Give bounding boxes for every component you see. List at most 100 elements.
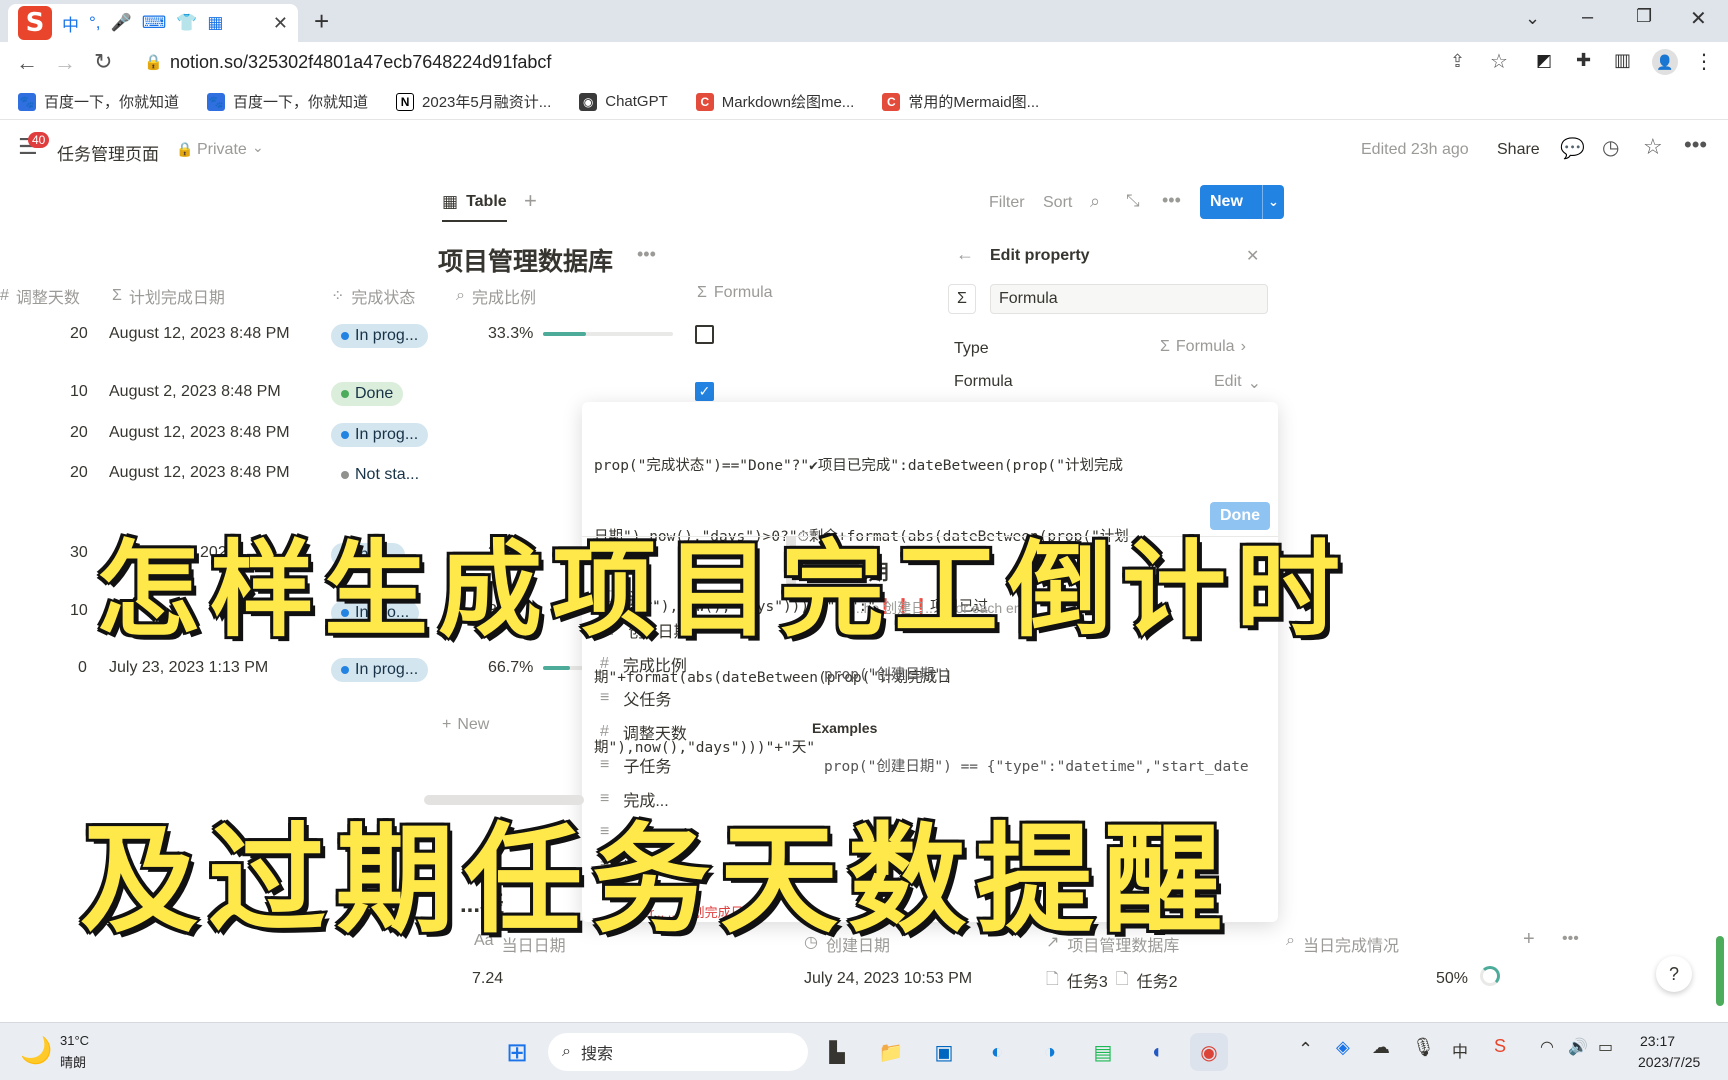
sigma-icon[interactable]: Σ (948, 284, 976, 314)
status-badge[interactable]: Not sta... (331, 463, 429, 487)
bookmark-star-icon[interactable]: ☆ (1490, 49, 1508, 74)
reload-icon[interactable]: ↻ (94, 49, 112, 75)
menu-icon[interactable]: ⋮ (1694, 49, 1714, 74)
onedrive-icon[interactable]: ☁ (1372, 1037, 1390, 1058)
windows-start-icon[interactable]: ⊞ (498, 1033, 536, 1071)
property-list-item[interactable]: ≡ 子任务 (600, 753, 671, 777)
status-badge[interactable]: In prog... (331, 658, 429, 682)
column-header[interactable]: ⌕ 当日完成情况 (1286, 932, 1399, 956)
table-cell[interactable]: 0 (78, 659, 87, 677)
wifi-icon[interactable]: ◠ (1540, 1037, 1554, 1057)
chevron-up-icon[interactable]: ⌃ (1298, 1039, 1313, 1060)
bookmark-item[interactable]: C 常用的Mermaid图... (882, 91, 1039, 112)
column-header[interactable]: # 调整天数 (0, 284, 80, 308)
ime-toolbox-icon[interactable]: ▦ (207, 13, 223, 33)
edge-icon[interactable]: ◐ (978, 1033, 1016, 1071)
table-cell[interactable]: 7.24 (472, 970, 503, 988)
comment-icon[interactable]: 💬 (1560, 136, 1585, 161)
chevron-down-icon[interactable]: ⌄ (1262, 185, 1279, 219)
taskbar-search[interactable]: ⌕ 搜索 (548, 1033, 808, 1071)
window-close-icon[interactable]: ✕ (1690, 6, 1707, 31)
formula-edit-button[interactable]: Edit ⌄ (1214, 373, 1261, 393)
new-button[interactable]: New ⌄ (1200, 185, 1284, 219)
scroll-indicator[interactable] (1716, 936, 1724, 1006)
bookmark-item[interactable]: C Markdown绘图me... (695, 91, 854, 112)
more-icon[interactable]: ••• (1562, 930, 1579, 948)
expand-icon[interactable]: ⤡ (1126, 191, 1140, 211)
ime-keyboard-icon[interactable]: ⌨ (142, 13, 167, 33)
share-button[interactable]: Share (1497, 141, 1540, 159)
more-icon[interactable]: ••• (1684, 132, 1707, 158)
profile-icon[interactable]: 👤 (1652, 49, 1678, 75)
table-cell[interactable]: 30 (70, 544, 88, 562)
battery-icon[interactable]: ▭ (1598, 1037, 1613, 1057)
column-header[interactable]: Σ 计划完成日期 (112, 284, 225, 308)
table-cell[interactable]: August 12, 2023 8:48 PM (109, 464, 290, 482)
property-name-input[interactable]: Formula (990, 284, 1268, 314)
restore-icon[interactable]: ❐ (1636, 6, 1652, 27)
checkbox-checked[interactable]: ✓ (695, 382, 714, 401)
table-cell[interactable]: 20 (70, 464, 88, 482)
task-view-icon[interactable]: ▙ (818, 1033, 856, 1071)
table-cell[interactable]: 10 (70, 383, 88, 401)
table-cell[interactable]: 20 (70, 424, 88, 442)
relation-cell[interactable]: 🗋 任务3 🗋 任务2 (1046, 968, 1178, 995)
volume-icon[interactable]: 🔊 (1568, 1037, 1588, 1057)
extension-icon[interactable]: ◩ (1536, 51, 1552, 71)
tray-app-icon[interactable]: ◈ (1336, 1037, 1350, 1058)
close-icon[interactable]: ✕ (1246, 246, 1259, 266)
back-icon[interactable]: ← (16, 50, 38, 76)
puzzle-icon[interactable]: ✚ (1576, 50, 1591, 71)
add-view-icon[interactable]: + (524, 188, 537, 214)
ime-skin-icon[interactable]: 👕 (176, 13, 197, 33)
column-header[interactable]: Σ Formula (697, 284, 773, 302)
property-list-item[interactable]: # 调整天数 (600, 720, 687, 744)
moon-weather-icon[interactable]: 🌙 (20, 1035, 52, 1066)
page-title[interactable]: 任务管理页面 (57, 140, 159, 165)
table-cell[interactable]: 20 (70, 325, 88, 343)
clock-date[interactable]: 2023/7/25 (1638, 1054, 1700, 1070)
favorite-star-icon[interactable]: ☆ (1643, 134, 1663, 160)
filter-button[interactable]: Filter (989, 194, 1025, 212)
search-icon[interactable]: ⌕ (1090, 191, 1100, 212)
database-title[interactable]: 项目管理数据库 (438, 242, 613, 278)
sogou-ime-icon[interactable]: S (18, 6, 52, 40)
column-header[interactable]: ⌕ 完成比例 (456, 284, 536, 308)
sogou-tray-icon[interactable]: S (1494, 1036, 1506, 1057)
history-icon[interactable]: ◷ (1602, 135, 1619, 160)
ime-punct-icon[interactable]: °, (89, 13, 101, 33)
table-cell[interactable]: July 23, 2023 1:13 PM (109, 659, 268, 677)
bookmark-item[interactable]: 🐾 百度一下，你就知道 (18, 91, 179, 112)
file-explorer-icon[interactable]: 📁 (872, 1033, 910, 1071)
help-button[interactable]: ? (1656, 956, 1692, 992)
table-cell[interactable]: August 12, 2023 8:48 PM (109, 424, 290, 442)
status-badge[interactable]: In prog... (331, 423, 429, 447)
store-icon[interactable]: ▣ (925, 1033, 963, 1071)
add-row-button[interactable]: + New (442, 716, 489, 734)
checkbox[interactable] (695, 325, 714, 344)
forward-icon[interactable]: → (54, 50, 76, 76)
privacy-label[interactable]: Private (197, 141, 247, 159)
edge-browser-icon[interactable]: ◑ (1031, 1033, 1069, 1071)
bookmark-item[interactable]: N 2023年5月融资计... (396, 91, 551, 112)
bookmark-item[interactable]: ◉ ChatGPT (579, 92, 668, 111)
bookmark-item[interactable]: 🐾 百度一下，你就知道 (207, 91, 368, 112)
app-icon[interactable]: ◖ (1137, 1033, 1175, 1071)
chat-app-icon[interactable]: ▤ (1084, 1033, 1122, 1071)
lock-icon[interactable]: 🔒 (144, 53, 163, 71)
back-arrow-icon[interactable]: ← (956, 244, 974, 265)
add-column-icon[interactable]: + (1523, 928, 1535, 951)
tab-table[interactable]: ▦ Table (442, 192, 507, 222)
more-icon[interactable]: ••• (637, 244, 656, 265)
more-icon[interactable]: ••• (1162, 190, 1181, 211)
url-text[interactable]: notion.so/325302f4801a47ecb7648224d91fab… (170, 52, 551, 73)
ime-indicator[interactable]: 中 (1452, 1038, 1468, 1062)
tab-search-icon[interactable]: ⌄ (1525, 8, 1540, 29)
table-cell[interactable]: August 2, 2023 8:48 PM (109, 383, 281, 401)
new-tab-icon[interactable]: + (314, 6, 329, 37)
table-cell[interactable]: 10 (70, 602, 88, 620)
status-badge[interactable]: In prog... (331, 324, 429, 348)
microphone-icon[interactable]: 🎙 (1412, 1037, 1435, 1058)
table-cell[interactable]: July 24, 2023 10:53 PM (804, 970, 972, 988)
minimize-icon[interactable]: – (1582, 6, 1593, 29)
